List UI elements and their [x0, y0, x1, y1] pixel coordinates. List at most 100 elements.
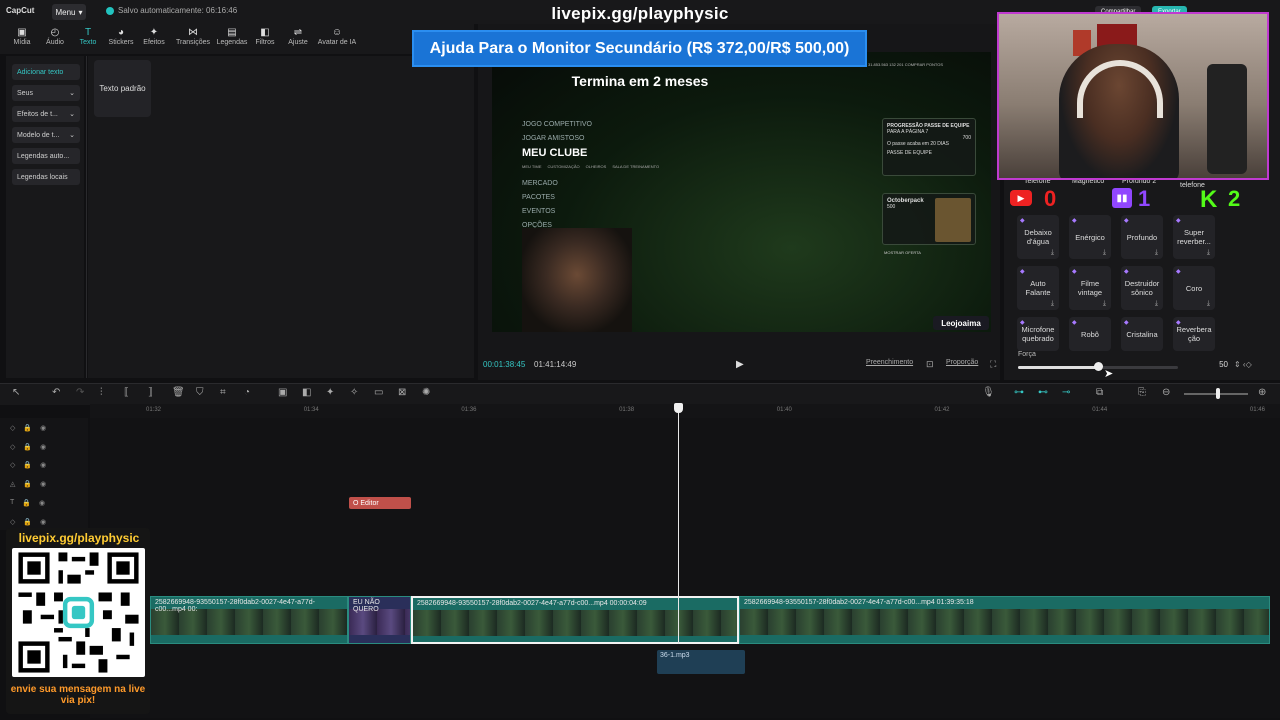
sidebar-item[interactable]: Seus ⌄: [12, 85, 80, 101]
audio-icon: ◴: [50, 27, 60, 38]
download-icon[interactable]: ⤓: [1207, 248, 1210, 257]
video-clip[interactable]: 2582669948-93550157-28f0dab2-0027-4e47-a…: [739, 596, 1270, 644]
menu-button[interactable]: Menu ▾: [52, 4, 86, 20]
sidebar-item[interactable]: Efeitos de t... ⌄: [12, 106, 80, 122]
download-icon[interactable]: ⤓: [1051, 248, 1054, 257]
crop-icon[interactable]: ⌗: [220, 387, 226, 398]
tool-ai-avatar[interactable]: ☺ Avatar de IA: [315, 24, 359, 54]
mic-icon[interactable]: 🎙: [982, 387, 995, 398]
fullscreen-icon[interactable]: ⛶: [990, 359, 996, 370]
voice-effect-card[interactable]: ◆ Super reverber... ⤓: [1173, 215, 1215, 259]
tool-filters[interactable]: ◧ Filtros: [249, 24, 281, 54]
speed-icon[interactable]: ◔: [244, 387, 250, 398]
voice-effect-card[interactable]: ◆ Enérgico ⤓: [1069, 215, 1111, 259]
mirror-icon[interactable]: ◧: [302, 387, 311, 398]
shield-icon[interactable]: ⛉: [196, 387, 204, 398]
caption-icon[interactable]: ▭: [374, 387, 383, 398]
play-icon[interactable]: ▶: [736, 359, 744, 370]
eye-icon[interactable]: ◉: [39, 499, 45, 507]
ruler-tick: 01:40: [776, 407, 792, 413]
eye-icon[interactable]: ◉: [40, 443, 46, 451]
track-type-icon: ◬: [10, 481, 16, 489]
freeze-icon[interactable]: ▣: [278, 387, 287, 398]
effects-icon[interactable]: ✺: [422, 387, 430, 398]
voice-effect-card[interactable]: ◆ Debaixo d'água ⤓: [1017, 215, 1059, 259]
tool-effects[interactable]: ✦ Efeitos: [138, 24, 170, 54]
download-icon[interactable]: ⤓: [1051, 299, 1054, 308]
force-value[interactable]: 50: [1194, 360, 1228, 374]
download-icon[interactable]: ⤓: [1155, 299, 1158, 308]
lock-icon[interactable]: 🔒: [23, 424, 32, 432]
snap-icon[interactable]: ⊷: [1038, 387, 1048, 398]
tool-captions[interactable]: ▤ Legendas: [216, 24, 248, 54]
track-icon[interactable]: ⧉: [1096, 387, 1103, 398]
voice-effect-card[interactable]: ◆ Destruidor sônico ⤓: [1121, 266, 1163, 310]
fit-icon[interactable]: ⎘: [1138, 387, 1146, 398]
playhead-handle[interactable]: [674, 403, 683, 413]
voice-effect-card[interactable]: ◆ Microfone quebrado: [1017, 317, 1059, 351]
zoom-out-icon[interactable]: ⊖: [1162, 387, 1170, 398]
audio-clip[interactable]: 36-1.mp3: [657, 650, 745, 674]
tool-audio[interactable]: ◴ Áudio: [39, 24, 71, 54]
voice-effect-card[interactable]: ◆ Reverbera ção: [1173, 317, 1215, 351]
ai-icon[interactable]: ✦: [326, 387, 334, 398]
download-icon[interactable]: ⤓: [1103, 299, 1106, 308]
screenshot-icon[interactable]: ⊡: [926, 359, 934, 370]
ratio-button[interactable]: Proporção: [946, 359, 978, 366]
eye-icon[interactable]: ◉: [40, 518, 46, 526]
eye-icon[interactable]: ◉: [40, 480, 46, 488]
lock-icon[interactable]: 🔒: [22, 499, 31, 507]
voice-effect-card[interactable]: ◆ Coro ⤓: [1173, 266, 1215, 310]
lock-icon[interactable]: 🔒: [23, 518, 32, 526]
video-clip[interactable]: EU NÃO QUERO: [348, 596, 411, 644]
magic-icon[interactable]: ✧: [350, 387, 358, 398]
undo-icon[interactable]: ↶: [52, 387, 60, 398]
redo-icon[interactable]: ↷: [76, 387, 84, 398]
delete-icon[interactable]: 🗑: [172, 387, 185, 398]
preview-axis-icon[interactable]: ⊸: [1062, 387, 1070, 398]
track-control-row: ◇ 🔒 ◉: [10, 461, 46, 469]
lock-icon[interactable]: 🔒: [23, 480, 32, 488]
video-clip[interactable]: 2582669948-93550157-28f0dab2-0027-4e47-a…: [150, 596, 348, 644]
reframe-icon[interactable]: ⊠: [398, 387, 406, 398]
selected-video-clip[interactable]: 2582669948-93550157-28f0dab2-0027-4e47-a…: [411, 596, 739, 644]
download-icon[interactable]: ⤓: [1207, 299, 1210, 308]
sidebar-item[interactable]: Legendas auto...: [12, 148, 80, 164]
voice-effect-card[interactable]: ◆ Profundo ⤓: [1121, 215, 1163, 259]
voice-effect-card[interactable]: ◆ Auto Falante ⤓: [1017, 266, 1059, 310]
tool-adjust[interactable]: ⇌ Ajuste: [282, 24, 314, 54]
qr-code: [12, 548, 145, 677]
fill-button[interactable]: Preenchimento: [866, 359, 913, 366]
link-icon[interactable]: ⊶: [1014, 387, 1024, 398]
tool-text[interactable]: T Texto: [72, 24, 104, 54]
voice-effect-card[interactable]: ◆ Filme vintage ⤓: [1069, 266, 1111, 310]
playhead[interactable]: [678, 404, 679, 644]
split-icon[interactable]: ⫶: [100, 387, 103, 398]
sidebar-item[interactable]: Adicionar texto: [12, 64, 80, 80]
zoom-in-icon[interactable]: ⊕: [1258, 387, 1266, 398]
voice-effect-card[interactable]: ◆ Robô: [1069, 317, 1111, 351]
eye-icon[interactable]: ◉: [40, 461, 46, 469]
sidebar-item[interactable]: Legendas locais: [12, 169, 80, 185]
tool-sticker[interactable]: ◕ Stickers: [105, 24, 137, 54]
tool-media[interactable]: ▣ Mídia: [6, 24, 38, 54]
default-text-card[interactable]: Texto padrão: [94, 60, 151, 117]
voice-effect-card[interactable]: ◆ Cristalina: [1121, 317, 1163, 351]
track-type-icon: ◇: [10, 462, 16, 470]
split-right-icon[interactable]: ⟧: [148, 387, 153, 398]
split-left-icon[interactable]: ⟦: [124, 387, 129, 398]
text-clip[interactable]: O Editor: [349, 497, 411, 509]
chevron-down-icon: ⌄: [69, 90, 75, 97]
sidebar-item[interactable]: Modelo de t... ⌄: [12, 127, 80, 143]
select-icon[interactable]: ↖: [12, 387, 20, 398]
force-slider-knob[interactable]: [1094, 362, 1103, 371]
lock-icon[interactable]: 🔒: [23, 461, 32, 469]
download-icon[interactable]: ⤓: [1103, 248, 1106, 257]
transitions-icon: ⋈: [188, 27, 198, 38]
stepper-icon[interactable]: ⇕ ‹◇: [1234, 360, 1252, 369]
tool-transitions[interactable]: ⋈ Transições: [171, 24, 215, 54]
eye-icon[interactable]: ◉: [40, 424, 46, 432]
lock-icon[interactable]: 🔒: [23, 443, 32, 451]
zoom-slider-knob[interactable]: [1216, 388, 1220, 399]
download-icon[interactable]: ⤓: [1155, 248, 1158, 257]
